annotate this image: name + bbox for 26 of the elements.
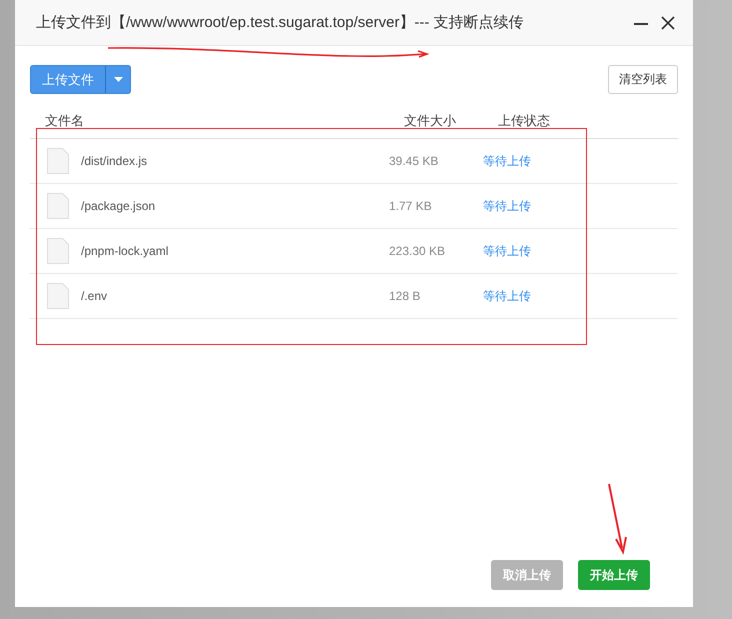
column-header: 文件名 xyxy=(45,112,85,130)
file-size: 39.45 KB xyxy=(389,154,440,168)
dialog-title: 上传文件到【/www/wwwroot/ep.test.sugarat.top/server】--- 支持断点续传 xyxy=(36,13,525,32)
file-size: 128 B xyxy=(389,289,422,303)
column-header: 上传状态 xyxy=(498,112,551,130)
caret-icon xyxy=(114,77,122,82)
file-name: /dist/index.js xyxy=(81,154,148,168)
upload-status: 等待上传 xyxy=(483,242,532,260)
file-size: 1.77 KB xyxy=(389,199,433,213)
upload-status: 等待上传 xyxy=(483,288,532,304)
annotation-arrow xyxy=(608,483,627,555)
upload-status: 等待上传 xyxy=(483,198,532,214)
start-upload-button[interactable]: 开始上传 xyxy=(578,560,650,590)
column-header: 文件大小 xyxy=(404,112,457,130)
clear-list-button[interactable]: 清空列表 xyxy=(608,65,678,94)
file-name: /.env xyxy=(81,289,108,303)
upload-file-button[interactable]: 上传文件 xyxy=(31,66,106,93)
file-name: /pnpm-lock.yaml xyxy=(81,244,170,258)
file-icon xyxy=(47,283,69,309)
file-icon xyxy=(47,238,69,264)
close-icon[interactable] xyxy=(661,16,675,30)
file-icon xyxy=(47,193,69,219)
file-icon xyxy=(47,148,69,174)
file-name: /package.json xyxy=(81,199,156,213)
upload-status: 等待上传 xyxy=(483,152,532,170)
file-size: 223.30 KB xyxy=(389,244,446,258)
